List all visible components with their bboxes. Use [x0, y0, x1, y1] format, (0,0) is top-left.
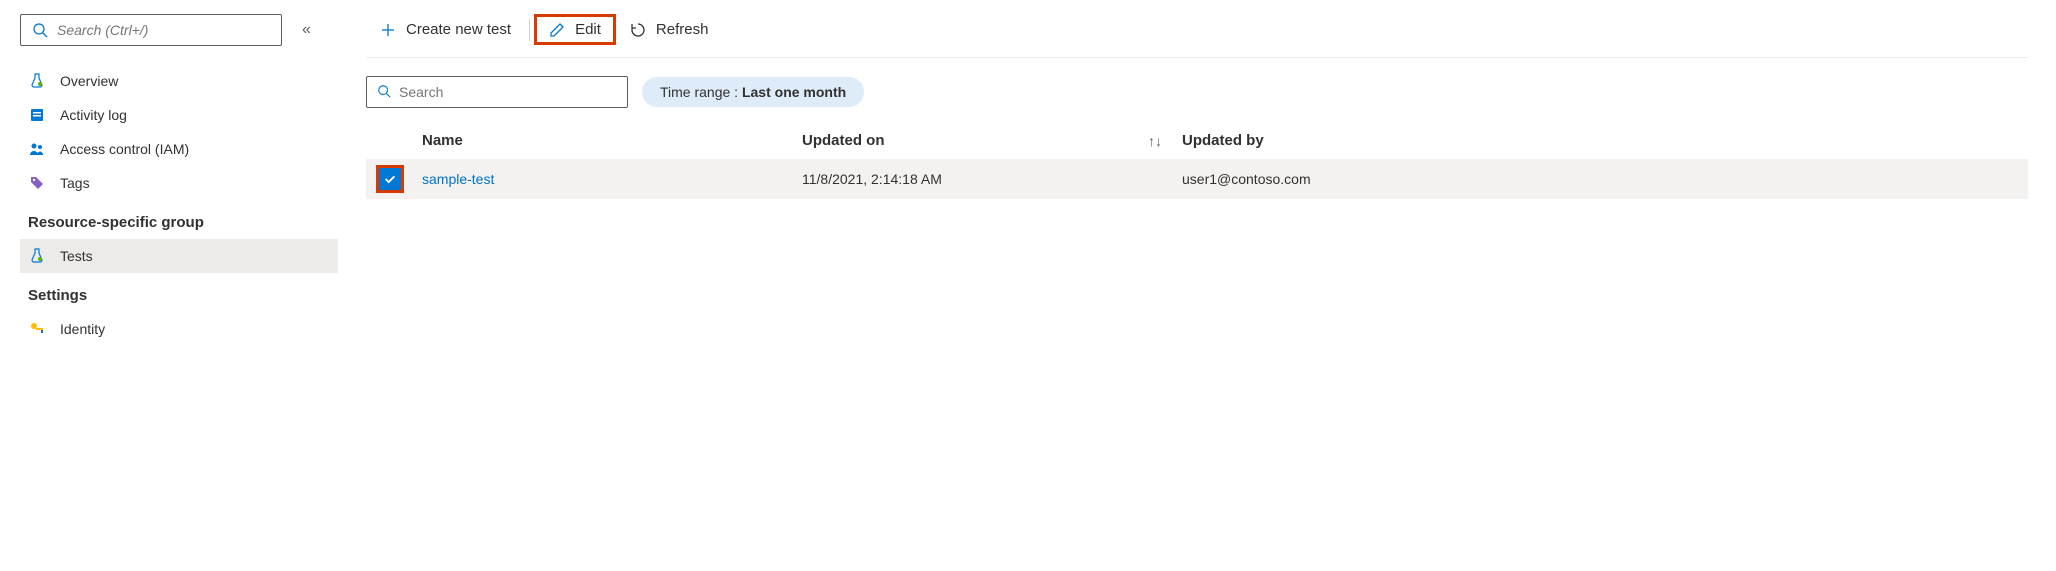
edit-button[interactable]: Edit — [534, 14, 616, 45]
cell-updated-on: 11/8/2021, 2:14:18 AM — [802, 171, 1182, 187]
main-search[interactable] — [366, 76, 628, 108]
sidebar-item-access-control[interactable]: Access control (IAM) — [20, 132, 338, 166]
column-header-name[interactable]: Name — [422, 132, 802, 149]
sidebar-section-settings: Settings — [20, 273, 338, 312]
cell-updated-by: user1@contoso.com — [1182, 171, 2018, 187]
row-checkbox[interactable] — [376, 165, 404, 193]
button-label: Edit — [575, 21, 601, 38]
time-range-filter[interactable]: Time range : Last one month — [642, 77, 864, 107]
time-range-value: Last one month — [742, 84, 846, 100]
table-header: Name Updated on ↑↓ Updated by — [366, 122, 2028, 159]
toolbar: Create new test Edit Refresh — [366, 14, 2028, 58]
sidebar-item-activity-log[interactable]: Activity log — [20, 98, 338, 132]
main-search-input[interactable] — [399, 84, 617, 100]
search-icon — [377, 84, 391, 101]
filter-row: Time range : Last one month — [366, 76, 2028, 108]
create-new-test-button[interactable]: Create new test — [366, 15, 525, 44]
sidebar-item-label: Access control (IAM) — [60, 141, 189, 157]
sort-icon[interactable]: ↑↓ — [1148, 133, 1162, 149]
button-label: Create new test — [406, 21, 511, 38]
key-icon — [28, 320, 46, 338]
sidebar-item-overview[interactable]: Overview — [20, 64, 338, 98]
column-header-updated-by[interactable]: Updated by — [1182, 132, 2018, 149]
flask-icon — [28, 72, 46, 90]
log-icon — [28, 106, 46, 124]
sidebar-item-identity[interactable]: Identity — [20, 312, 338, 346]
sidebar-item-label: Tags — [60, 175, 90, 191]
time-range-label: Time range : — [660, 84, 742, 100]
flask-icon — [28, 247, 46, 265]
test-name-link[interactable]: sample-test — [422, 171, 494, 187]
sidebar-section-resource-specific: Resource-specific group — [20, 200, 338, 239]
sidebar-item-tests[interactable]: Tests — [20, 239, 338, 273]
sidebar-item-label: Overview — [60, 73, 118, 89]
sidebar-item-label: Identity — [60, 321, 105, 337]
sidebar: « Overview Activity log Access control (… — [0, 0, 338, 360]
sidebar-item-label: Tests — [60, 248, 93, 264]
button-label: Refresh — [656, 21, 709, 38]
people-icon — [28, 140, 46, 158]
collapse-sidebar-icon[interactable]: « — [302, 21, 311, 39]
refresh-button[interactable]: Refresh — [616, 15, 723, 44]
main-content: Create new test Edit Refresh Time range … — [338, 0, 2056, 360]
column-header-updated-on[interactable]: Updated on ↑↓ — [802, 132, 1182, 149]
sidebar-search-input[interactable] — [57, 22, 271, 38]
search-icon — [31, 21, 49, 39]
sidebar-search[interactable] — [20, 14, 282, 46]
sidebar-item-tags[interactable]: Tags — [20, 166, 338, 200]
table-row[interactable]: sample-test 11/8/2021, 2:14:18 AM user1@… — [366, 159, 2028, 199]
sidebar-item-label: Activity log — [60, 107, 127, 123]
toolbar-divider — [529, 19, 530, 41]
tag-icon — [28, 174, 46, 192]
